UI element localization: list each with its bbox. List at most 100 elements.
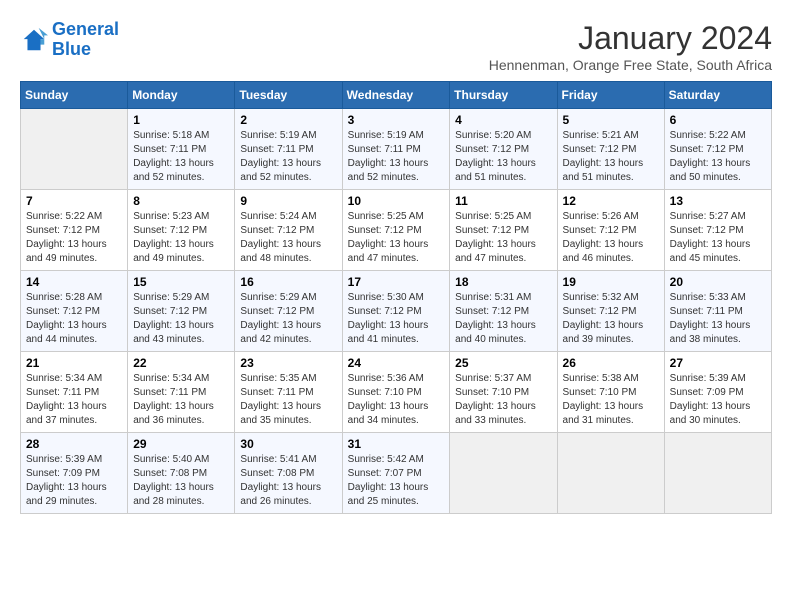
- calendar-cell: [557, 433, 664, 514]
- day-number: 11: [455, 194, 551, 208]
- day-number: 19: [563, 275, 659, 289]
- calendar-cell: [450, 433, 557, 514]
- calendar-cell: 5Sunrise: 5:21 AMSunset: 7:12 PMDaylight…: [557, 109, 664, 190]
- day-info: Sunrise: 5:34 AMSunset: 7:11 PMDaylight:…: [133, 372, 229, 428]
- weekday-header: Monday: [128, 82, 235, 109]
- day-info: Sunrise: 5:35 AMSunset: 7:11 PMDaylight:…: [240, 372, 336, 428]
- day-number: 7: [26, 194, 122, 208]
- day-number: 29: [133, 437, 229, 451]
- day-info: Sunrise: 5:31 AMSunset: 7:12 PMDaylight:…: [455, 291, 551, 347]
- day-info: Sunrise: 5:19 AMSunset: 7:11 PMDaylight:…: [240, 129, 336, 185]
- calendar-cell: 17 Sunrise: 5:30 AMSunset: 7:12 PMDayligh…: [342, 271, 450, 352]
- day-number: 16: [240, 275, 336, 289]
- calendar-cell: 30Sunrise: 5:41 AMSunset: 7:08 PMDayligh…: [235, 433, 342, 514]
- weekday-header: Sunday: [21, 82, 128, 109]
- calendar-cell: 3 Sunrise: 5:19 AMSunset: 7:11 PMDaylight…: [342, 109, 450, 190]
- day-info: Sunrise: 5:20 AMSunset: 7:12 PMDaylight:…: [455, 129, 551, 185]
- day-info: Sunrise: 5:33 AMSunset: 7:11 PMDaylight:…: [670, 291, 766, 347]
- weekday-header: Friday: [557, 82, 664, 109]
- day-info: Sunrise: 5:40 AMSunset: 7:08 PMDaylight:…: [133, 453, 229, 509]
- title-area: January 2024 Hennenman, Orange Free Stat…: [489, 20, 772, 73]
- day-number: 3: [348, 113, 445, 127]
- calendar-cell: 21Sunrise: 5:34 AMSunset: 7:11 PMDayligh…: [21, 352, 128, 433]
- day-info: Sunrise: 5:25 AMSunset: 7:12 PMDaylight:…: [455, 210, 551, 266]
- calendar-cell: 2Sunrise: 5:19 AMSunset: 7:11 PMDaylight…: [235, 109, 342, 190]
- day-info: Sunrise: 5:30 AMSunset: 7:12 PMDaylight:…: [348, 291, 445, 347]
- day-info: Sunrise: 5:29 AMSunset: 7:12 PMDaylight:…: [240, 291, 336, 347]
- day-info: Sunrise: 5:37 AMSunset: 7:10 PMDaylight:…: [455, 372, 551, 428]
- day-info: Sunrise: 5:32 AMSunset: 7:12 PMDaylight:…: [563, 291, 659, 347]
- calendar-cell: 9Sunrise: 5:24 AMSunset: 7:12 PMDaylight…: [235, 190, 342, 271]
- day-number: 10: [348, 194, 445, 208]
- day-number: 18: [455, 275, 551, 289]
- calendar-cell: 6 Sunrise: 5:22 AMSunset: 7:12 PMDaylight…: [664, 109, 771, 190]
- day-info: Sunrise: 5:34 AMSunset: 7:11 PMDaylight:…: [26, 372, 122, 428]
- day-info: Sunrise: 5:22 AMSunset: 7:12 PMDaylight:…: [26, 210, 122, 266]
- calendar-table: SundayMondayTuesdayWednesdayThursdayFrid…: [20, 81, 772, 514]
- calendar-cell: 26 Sunrise: 5:38 AMSunset: 7:10 PMDayligh…: [557, 352, 664, 433]
- day-info: Sunrise: 5:29 AMSunset: 7:12 PMDaylight:…: [133, 291, 229, 347]
- calendar-cell: 16 Sunrise: 5:29 AMSunset: 7:12 PMDayligh…: [235, 271, 342, 352]
- day-info: Sunrise: 5:38 AMSunset: 7:10 PMDaylight:…: [563, 372, 659, 428]
- month-title: January 2024: [489, 20, 772, 57]
- header: General Blue January 2024 Hennenman, Ora…: [20, 20, 772, 73]
- calendar-cell: 1Sunrise: 5:18 AMSunset: 7:11 PMDaylight…: [128, 109, 235, 190]
- calendar-cell: 15 Sunrise: 5:29 AMSunset: 7:12 PMDayligh…: [128, 271, 235, 352]
- day-number: 31: [348, 437, 445, 451]
- calendar-week-row: 21Sunrise: 5:34 AMSunset: 7:11 PMDayligh…: [21, 352, 772, 433]
- day-info: Sunrise: 5:19 AMSunset: 7:11 PMDaylight:…: [348, 129, 445, 185]
- calendar-cell: [21, 109, 128, 190]
- day-info: Sunrise: 5:36 AMSunset: 7:10 PMDaylight:…: [348, 372, 445, 428]
- day-info: Sunrise: 5:25 AMSunset: 7:12 PMDaylight:…: [348, 210, 445, 266]
- day-number: 26: [563, 356, 659, 370]
- day-number: 20: [670, 275, 766, 289]
- calendar-cell: 29 Sunrise: 5:40 AMSunset: 7:08 PMDayligh…: [128, 433, 235, 514]
- calendar-cell: [664, 433, 771, 514]
- calendar-cell: 8 Sunrise: 5:23 AMSunset: 7:12 PMDaylight…: [128, 190, 235, 271]
- day-number: 15: [133, 275, 229, 289]
- calendar-week-row: 14Sunrise: 5:28 AMSunset: 7:12 PMDayligh…: [21, 271, 772, 352]
- weekday-header: Saturday: [664, 82, 771, 109]
- day-info: Sunrise: 5:27 AMSunset: 7:12 PMDaylight:…: [670, 210, 766, 266]
- weekday-header: Thursday: [450, 82, 557, 109]
- day-number: 5: [563, 113, 659, 127]
- day-info: Sunrise: 5:42 AMSunset: 7:07 PMDaylight:…: [348, 453, 445, 509]
- calendar-cell: 10 Sunrise: 5:25 AMSunset: 7:12 PMDayligh…: [342, 190, 450, 271]
- calendar-cell: 4 Sunrise: 5:20 AMSunset: 7:12 PMDaylight…: [450, 109, 557, 190]
- day-info: Sunrise: 5:39 AMSunset: 7:09 PMDaylight:…: [670, 372, 766, 428]
- day-number: 9: [240, 194, 336, 208]
- calendar-cell: 11 Sunrise: 5:25 AMSunset: 7:12 PMDayligh…: [450, 190, 557, 271]
- day-info: Sunrise: 5:22 AMSunset: 7:12 PMDaylight:…: [670, 129, 766, 185]
- day-number: 25: [455, 356, 551, 370]
- logo-icon: [20, 26, 48, 54]
- calendar-cell: 27Sunrise: 5:39 AMSunset: 7:09 PMDayligh…: [664, 352, 771, 433]
- calendar-cell: 19 Sunrise: 5:32 AMSunset: 7:12 PMDayligh…: [557, 271, 664, 352]
- day-number: 30: [240, 437, 336, 451]
- location-title: Hennenman, Orange Free State, South Afri…: [489, 57, 772, 73]
- calendar-cell: 18 Sunrise: 5:31 AMSunset: 7:12 PMDayligh…: [450, 271, 557, 352]
- weekday-header: Wednesday: [342, 82, 450, 109]
- calendar-cell: 23Sunrise: 5:35 AMSunset: 7:11 PMDayligh…: [235, 352, 342, 433]
- day-info: Sunrise: 5:26 AMSunset: 7:12 PMDaylight:…: [563, 210, 659, 266]
- day-number: 17: [348, 275, 445, 289]
- weekday-header: Tuesday: [235, 82, 342, 109]
- logo-line2: Blue: [52, 39, 91, 59]
- day-number: 8: [133, 194, 229, 208]
- logo: General Blue: [20, 20, 119, 60]
- day-info: Sunrise: 5:23 AMSunset: 7:12 PMDaylight:…: [133, 210, 229, 266]
- calendar-week-row: 7 Sunrise: 5:22 AMSunset: 7:12 PMDaylight…: [21, 190, 772, 271]
- logo-text: General Blue: [52, 20, 119, 60]
- day-number: 28: [26, 437, 122, 451]
- day-number: 4: [455, 113, 551, 127]
- day-number: 13: [670, 194, 766, 208]
- calendar-cell: 31 Sunrise: 5:42 AMSunset: 7:07 PMDayligh…: [342, 433, 450, 514]
- calendar-cell: 20 Sunrise: 5:33 AMSunset: 7:11 PMDayligh…: [664, 271, 771, 352]
- calendar-cell: 24Sunrise: 5:36 AMSunset: 7:10 PMDayligh…: [342, 352, 450, 433]
- calendar-cell: 28Sunrise: 5:39 AMSunset: 7:09 PMDayligh…: [21, 433, 128, 514]
- header-row: SundayMondayTuesdayWednesdayThursdayFrid…: [21, 82, 772, 109]
- calendar-cell: 7 Sunrise: 5:22 AMSunset: 7:12 PMDaylight…: [21, 190, 128, 271]
- day-number: 6: [670, 113, 766, 127]
- calendar-cell: 12Sunrise: 5:26 AMSunset: 7:12 PMDayligh…: [557, 190, 664, 271]
- day-info: Sunrise: 5:28 AMSunset: 7:12 PMDaylight:…: [26, 291, 122, 347]
- calendar-cell: 13 Sunrise: 5:27 AMSunset: 7:12 PMDayligh…: [664, 190, 771, 271]
